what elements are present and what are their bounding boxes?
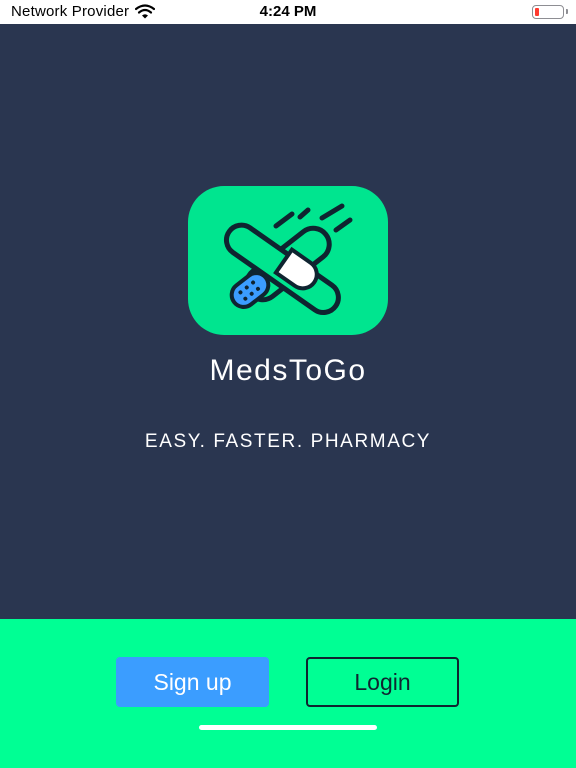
tagline: EASY. FASTER. PHARMACY [144,431,432,452]
app-name: MedsToGo [209,354,367,387]
sign-up-button[interactable]: Sign up [116,657,269,707]
auth-footer: Sign up Login [0,619,576,768]
clock: 4:24 PM [259,3,317,20]
home-indicator [199,725,377,730]
splash-hero: MedsToGo EASY. FASTER. PHARMACY [0,24,576,619]
status-bar: Network Provider 4:24 PM [0,0,576,24]
battery-cap [566,9,568,14]
app-logo [188,186,388,335]
battery-level [535,8,539,16]
battery-icon [532,5,564,19]
login-button[interactable]: Login [306,657,459,707]
bandage-pill-icon [223,203,353,315]
